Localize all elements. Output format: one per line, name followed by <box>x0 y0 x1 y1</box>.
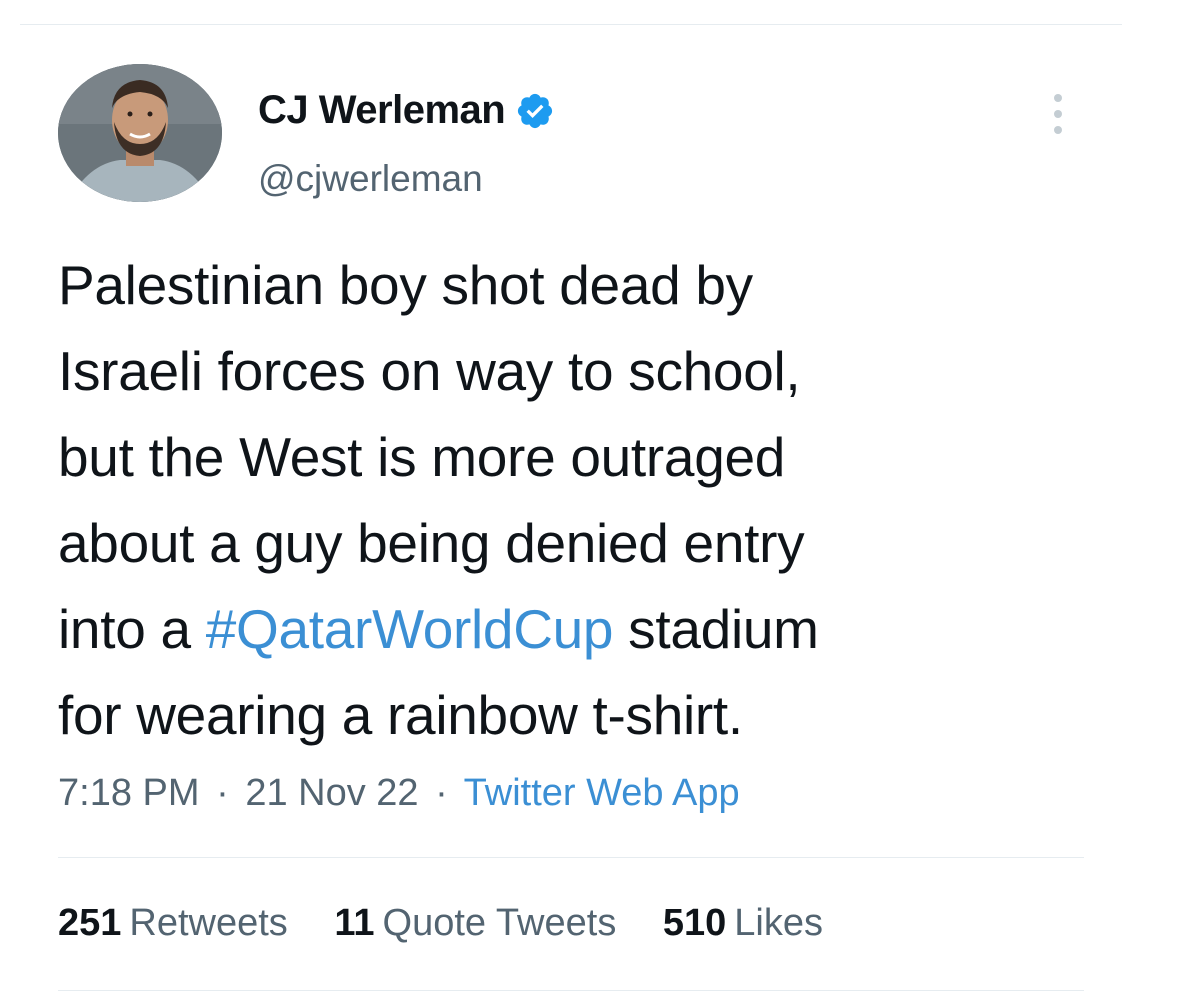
more-options-icon[interactable] <box>1050 92 1066 136</box>
top-divider <box>20 24 1122 25</box>
engagement-stats: 251 Retweets 11 Quote Tweets 510 Likes <box>58 902 859 945</box>
author-handle[interactable]: @cjwerleman <box>258 158 483 200</box>
bottom-divider <box>58 990 1084 991</box>
hashtag-link[interactable]: #QatarWorldCup <box>206 598 614 660</box>
retweets-stat[interactable]: 251 Retweets <box>58 902 288 944</box>
meta-separator: · <box>216 772 229 814</box>
avatar[interactable] <box>58 64 222 202</box>
author-display-name[interactable]: CJ Werleman <box>258 88 506 133</box>
tweet-line: but the West is more outraged <box>58 426 786 488</box>
tweet-line-prefix: into a <box>58 598 206 660</box>
retweets-count: 251 <box>58 902 122 944</box>
likes-stat[interactable]: 510 Likes <box>663 902 823 944</box>
stats-divider <box>58 857 1084 858</box>
quote-tweets-stat[interactable]: 11 Quote Tweets <box>334 902 616 944</box>
retweets-label: Retweets <box>129 902 288 944</box>
tweet-source-link[interactable]: Twitter Web App <box>464 772 740 814</box>
author-name-row[interactable]: CJ Werleman <box>258 88 555 133</box>
tweet-date[interactable]: 21 Nov 22 <box>245 772 418 814</box>
likes-label: Likes <box>734 902 824 944</box>
tweet-line-suffix: stadium <box>613 598 819 660</box>
tweet-line-with-hashtag: into a #QatarWorldCup stadium <box>58 586 1138 672</box>
tweet-line: Palestinian boy shot dead by <box>58 254 753 316</box>
likes-count: 510 <box>662 902 727 944</box>
quote-tweets-count: 11 <box>334 902 375 944</box>
meta-separator: · <box>435 772 448 814</box>
verified-badge-icon <box>518 93 553 128</box>
tweet-meta: 7:18 PM · 21 Nov 22 · Twitter Web App <box>58 772 740 815</box>
tweet-text: Palestinian boy shot dead by Israeli for… <box>58 242 1138 758</box>
quote-tweets-label: Quote Tweets <box>382 902 617 944</box>
profile-photo-icon <box>58 64 222 202</box>
tweet-line: about a guy being denied entry <box>58 512 805 574</box>
tweet-time[interactable]: 7:18 PM <box>58 772 200 814</box>
tweet-line: Israeli forces on way to school, <box>58 340 801 402</box>
tweet-line: for wearing a rainbow t-shirt. <box>58 684 743 746</box>
